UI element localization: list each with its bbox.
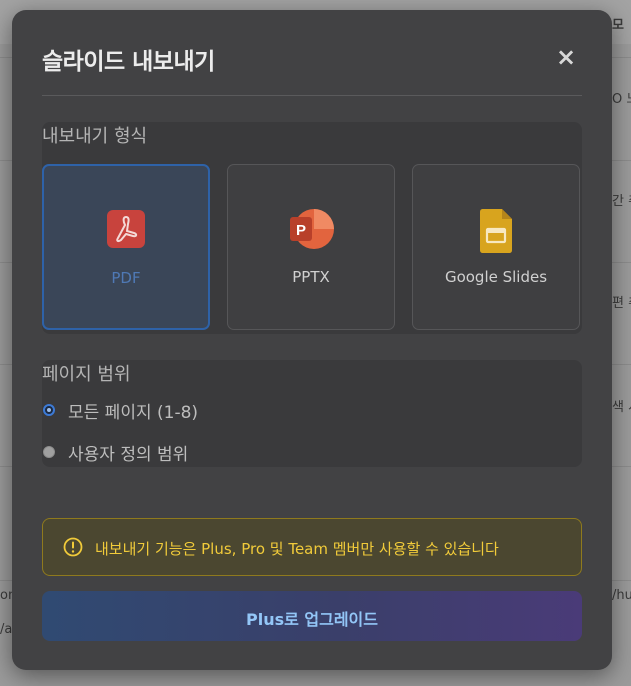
format-label-pptx: PPTX bbox=[292, 268, 330, 286]
title-divider bbox=[42, 95, 582, 96]
svg-text:P: P bbox=[296, 222, 306, 239]
close-button[interactable]: × bbox=[552, 43, 580, 71]
export-format-section: 내보내기 형식 PDF P PPTX Google Slides bbox=[42, 122, 582, 334]
format-option-google-slides[interactable]: Google Slides bbox=[412, 164, 580, 330]
format-label-pdf: PDF bbox=[111, 269, 141, 287]
powerpoint-icon: P bbox=[290, 209, 334, 249]
background-fragment: /a bbox=[0, 622, 13, 637]
upgrade-warning-banner: 내보내기 기능은 Plus, Pro 및 Team 멤버만 사용할 수 있습니다 bbox=[42, 518, 582, 576]
radio-label: 모든 페이지 (1-8) bbox=[68, 403, 199, 423]
upgrade-button-label: Plus로 업그레이드 bbox=[245, 610, 378, 629]
dialog-title: 슬라이드 내보내기 bbox=[42, 49, 215, 75]
background-fragment: 간 취 bbox=[612, 194, 631, 209]
warning-message: 내보내기 기능은 Plus, Pro 및 Team 멤버만 사용할 수 있습니다 bbox=[95, 540, 499, 558]
background-fragment: O 노 bbox=[612, 92, 631, 107]
background-fragment: 편 취 bbox=[612, 296, 631, 311]
google-slides-icon bbox=[480, 209, 512, 253]
export-slides-dialog: 슬라이드 내보내기 × 내보내기 형식 PDF P PPTX Google Sl… bbox=[12, 10, 612, 670]
warning-icon bbox=[63, 537, 83, 557]
format-option-pdf[interactable]: PDF bbox=[42, 164, 210, 330]
background-fragment: 색 시 bbox=[612, 400, 631, 415]
radio-button-selected[interactable] bbox=[43, 404, 55, 416]
background-header-fragment: 모 bbox=[612, 18, 624, 33]
page-range-label: 페이지 범위 bbox=[42, 364, 131, 385]
export-format-label: 내보내기 형식 bbox=[42, 126, 148, 147]
upgrade-to-plus-button[interactable]: Plus로 업그레이드 bbox=[42, 591, 582, 641]
radio-label: 사용자 정의 범위 bbox=[68, 445, 189, 465]
format-label-google-slides: Google Slides bbox=[444, 268, 548, 286]
radio-button[interactable] bbox=[43, 446, 55, 458]
page-range-section: 페이지 범위 모든 페이지 (1-8) 사용자 정의 범위 bbox=[42, 360, 582, 467]
pdf-icon bbox=[107, 210, 145, 248]
format-option-pptx[interactable]: P PPTX bbox=[227, 164, 395, 330]
background-fragment: /hu bbox=[612, 588, 631, 603]
